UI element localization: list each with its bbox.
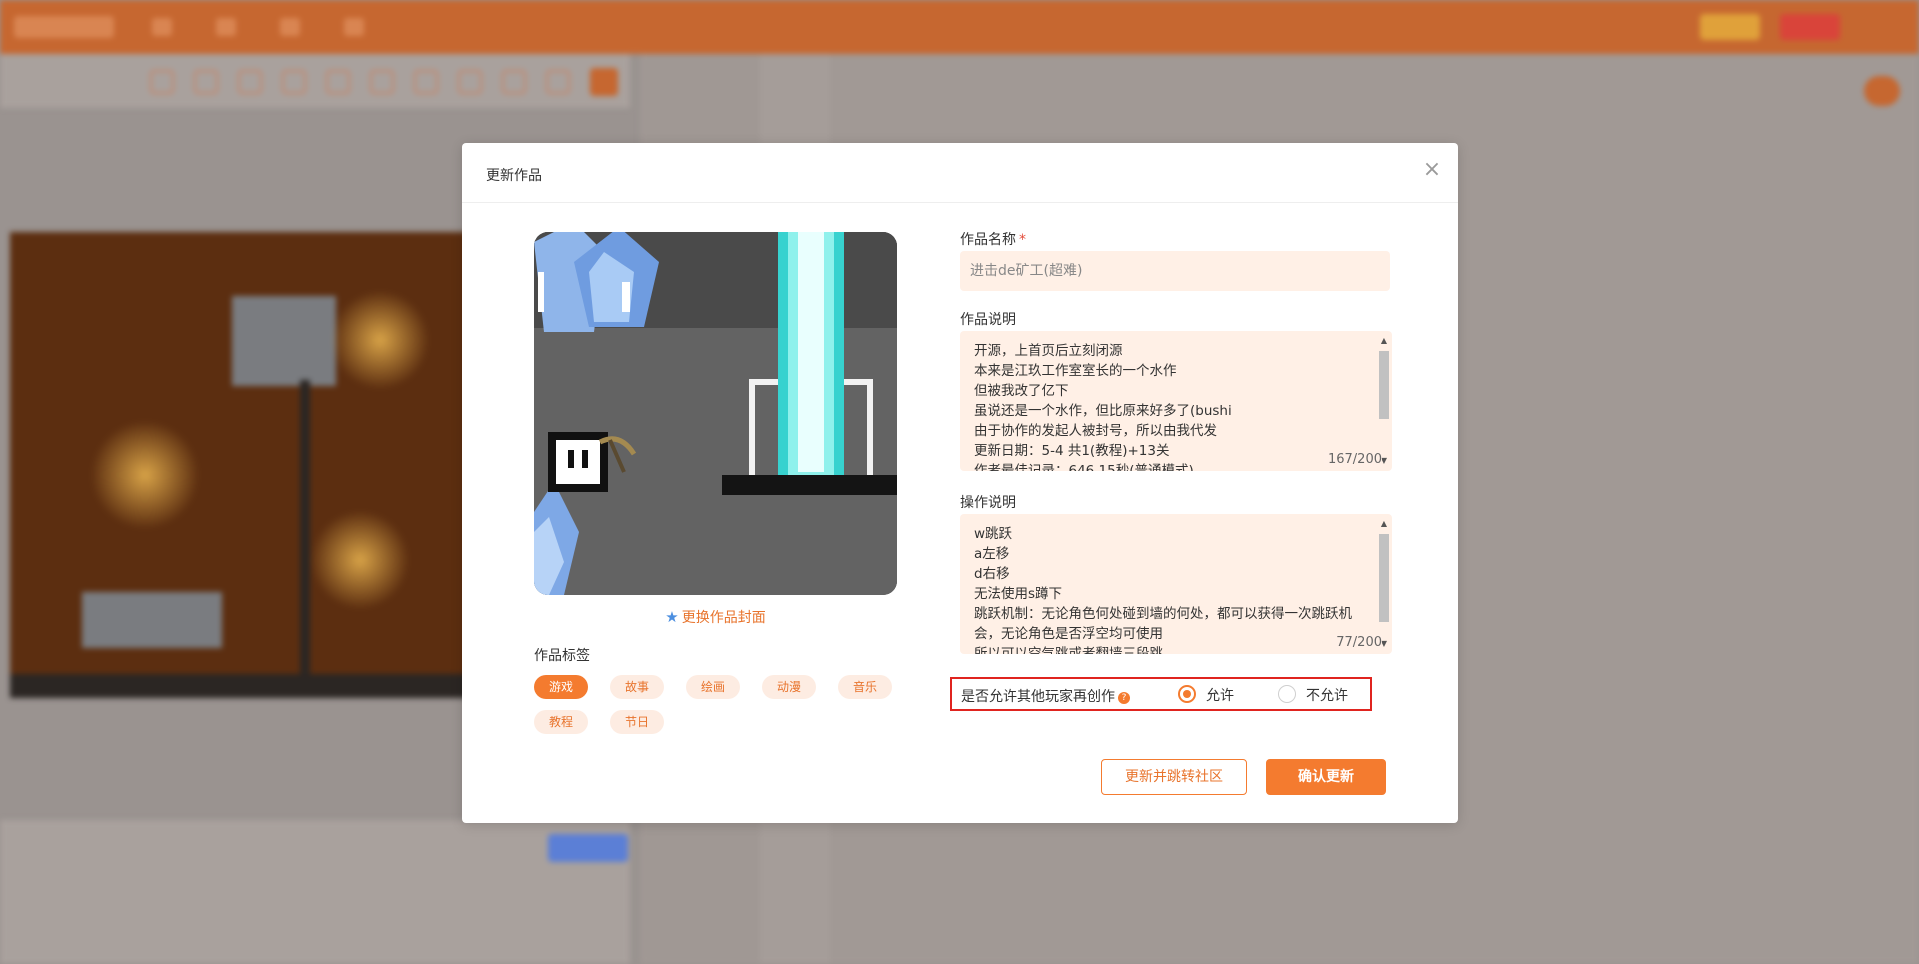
close-icon[interactable]: × (1420, 159, 1444, 183)
remix-label-text: 是否允许其他玩家再创作 (961, 689, 1115, 705)
instructions-label: 操作说明 (960, 495, 1016, 511)
star-icon: ★ (665, 608, 679, 626)
cover-artwork (534, 232, 897, 595)
cover-image (534, 232, 897, 595)
character-eye (582, 450, 588, 468)
editor-logo (14, 16, 114, 38)
toolbar-tool (414, 70, 438, 94)
radio-disallow-label[interactable]: 不允许 (1306, 685, 1348, 705)
modal-title: 更新作品 (486, 168, 542, 184)
stage-floor (10, 674, 470, 698)
toolbar-tool (194, 70, 218, 94)
tags-label: 作品标签 (534, 648, 590, 664)
update-and-go-community-button[interactable]: 更新并跳转社区 (1101, 759, 1247, 795)
platform (722, 475, 897, 495)
description-char-count: 167/200 (1323, 452, 1382, 467)
name-input[interactable] (960, 251, 1390, 291)
tag-music[interactable]: 音乐 (838, 675, 893, 699)
canvas-button (1864, 76, 1900, 106)
toolbar-active-tool (590, 68, 618, 96)
radio-disallow[interactable] (1278, 685, 1296, 703)
remix-permission-row: 是否允许其他玩家再创作? 允许 不允许 (950, 677, 1372, 711)
required-mark: * (1019, 232, 1026, 248)
modal-header: 更新作品 × (462, 143, 1458, 203)
toolbar-tool (370, 70, 394, 94)
stage-glow (330, 290, 430, 390)
topbar-icon (280, 18, 300, 36)
scroll-up-icon[interactable]: ▲ (1378, 335, 1390, 347)
description-text: 开源，上首页后立刻闭源 本来是江玖工作室室长的一个水作 但被我改了亿下 虽说还是… (974, 343, 1232, 471)
bottom-button (548, 834, 628, 862)
light-beam-center (798, 232, 824, 472)
editor-toolbar (0, 54, 630, 108)
change-cover-link[interactable]: ★ 更换作品封面 (534, 607, 897, 627)
stage-glow (310, 510, 410, 610)
character-eye (568, 450, 574, 468)
stage-glow (90, 420, 200, 530)
tag-tutorial[interactable]: 教程 (534, 710, 589, 734)
tag-anime[interactable]: 动漫 (762, 675, 817, 699)
toolbar-tool (282, 70, 306, 94)
instructions-text: w跳跃 a左移 d右移 无法使用s蹲下 跳跃机制：无论角色何处碰到墙的何处，都可… (974, 526, 1352, 654)
confirm-update-button[interactable]: 确认更新 (1266, 759, 1386, 795)
topbar-button (1700, 14, 1760, 40)
tag-story[interactable]: 故事 (610, 675, 665, 699)
name-label: 作品名称 * (960, 229, 1026, 249)
tag-festival[interactable]: 节日 (610, 710, 665, 734)
stage-block (232, 296, 336, 386)
instructions-textarea[interactable]: w跳跃 a左移 d右移 无法使用s蹲下 跳跃机制：无论角色何处碰到墙的何处，都可… (960, 514, 1392, 654)
tag-drawing[interactable]: 绘画 (686, 675, 741, 699)
tag-game[interactable]: 游戏 (534, 675, 589, 699)
crystal-shine (538, 272, 544, 312)
toolbar-tool (238, 70, 262, 94)
character-face (556, 440, 600, 484)
topbar-button (1780, 14, 1840, 40)
description-label: 作品说明 (960, 312, 1016, 328)
help-icon[interactable]: ? (1118, 692, 1130, 704)
topbar-icon (216, 18, 236, 36)
scroll-thumb[interactable] (1379, 351, 1389, 419)
name-label-text: 作品名称 (960, 232, 1016, 248)
editor-bottom-panel (0, 820, 630, 964)
toolbar-tool (326, 70, 350, 94)
scroll-up-icon[interactable]: ▲ (1378, 518, 1390, 530)
scroll-thumb[interactable] (1379, 534, 1389, 622)
description-textarea[interactable]: 开源，上首页后立刻闭源 本来是江玖工作室室长的一个水作 但被我改了亿下 虽说还是… (960, 331, 1392, 471)
topbar-icon (152, 18, 172, 36)
toolbar-tool (150, 70, 174, 94)
toolbar-tool (458, 70, 482, 94)
crystal-shine (622, 282, 630, 312)
toolbar-tool (502, 70, 526, 94)
stage-wall (300, 380, 310, 680)
stage-block (82, 592, 222, 648)
change-cover-label: 更换作品封面 (681, 610, 766, 626)
remix-label: 是否允许其他玩家再创作? (961, 686, 1130, 706)
toolbar-tool (546, 70, 570, 94)
instructions-char-count: 77/200 (1332, 635, 1382, 650)
radio-allow[interactable] (1178, 685, 1196, 703)
radio-allow-label[interactable]: 允许 (1206, 685, 1234, 705)
description-scrollbar[interactable]: ▲ ▼ (1378, 335, 1390, 467)
instructions-scrollbar[interactable]: ▲ ▼ (1378, 518, 1390, 650)
update-work-modal: 更新作品 × ★ 更换作品封面 作品标签 游戏 故事 绘画 动漫 音乐 教程 节… (462, 143, 1458, 823)
topbar-icon (344, 18, 364, 36)
